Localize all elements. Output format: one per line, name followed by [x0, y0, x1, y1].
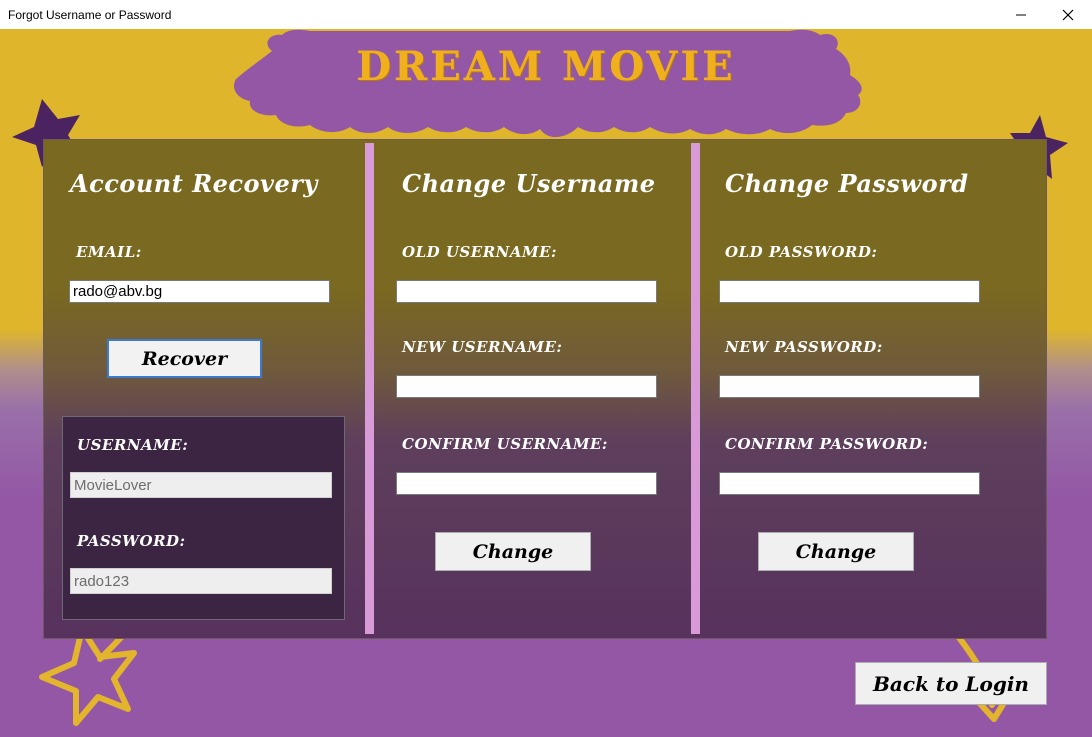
old-username-input[interactable] [396, 280, 657, 303]
change-username-heading: Change Username [402, 169, 656, 198]
confirm-password-label: CONFIRM PASSWORD: [725, 435, 929, 453]
window-client: DREAM MOVIE Account Recovery EMAIL: Reco… [0, 29, 1092, 737]
email-label: EMAIL: [76, 243, 142, 261]
password-label: PASSWORD: [77, 532, 186, 550]
back-to-login-button[interactable]: Back to Login [855, 662, 1047, 705]
close-icon [1062, 9, 1074, 20]
column-divider-1 [365, 143, 374, 634]
email-input[interactable] [69, 280, 330, 303]
recover-button[interactable]: Recover [107, 339, 262, 378]
old-username-label: OLD USERNAME: [402, 243, 558, 261]
title-bar: Forgot Username or Password [0, 0, 1092, 29]
column-divider-2 [691, 143, 700, 634]
close-button[interactable] [1045, 0, 1091, 29]
star-outline-bottom-left [39, 626, 137, 726]
change-password-button[interactable]: Change [758, 532, 914, 571]
username-label: USERNAME: [77, 436, 189, 454]
old-password-input[interactable] [719, 280, 980, 303]
account-recovery-heading: Account Recovery [70, 169, 318, 198]
new-username-label: NEW USERNAME: [402, 338, 563, 356]
new-password-input[interactable] [719, 375, 980, 398]
new-username-input[interactable] [396, 375, 657, 398]
change-username-button[interactable]: Change [435, 532, 591, 571]
window-title: Forgot Username or Password [8, 7, 172, 22]
change-password-heading: Change Password [725, 169, 969, 198]
new-password-label: NEW PASSWORD: [725, 338, 883, 356]
confirm-username-label: CONFIRM USERNAME: [402, 435, 608, 453]
recovered-username-field [70, 472, 332, 498]
recovered-password-field [70, 568, 332, 594]
confirm-username-input[interactable] [396, 472, 657, 495]
app-title: DREAM MOVIE [356, 43, 736, 90]
confirm-password-input[interactable] [719, 472, 980, 495]
maximize-button-area[interactable] [999, 0, 1045, 29]
old-password-label: OLD PASSWORD: [725, 243, 878, 261]
